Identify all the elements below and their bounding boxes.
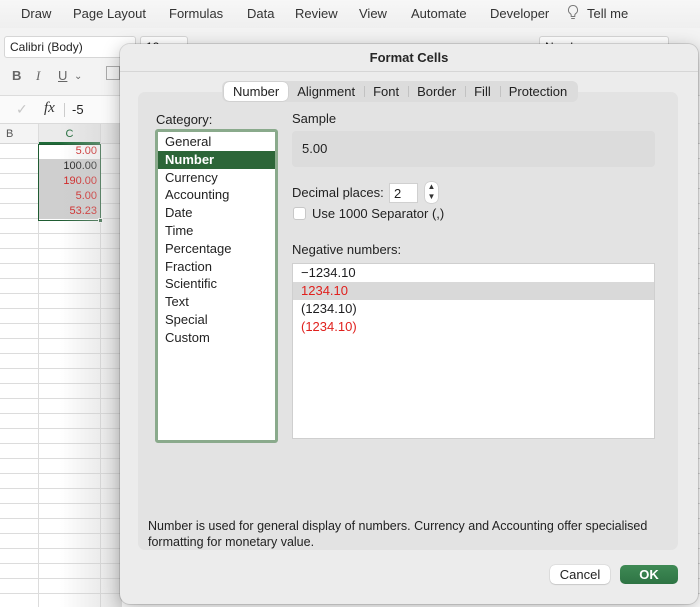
category-item-scientific[interactable]: Scientific: [158, 275, 275, 293]
tab-alignment[interactable]: Alignment: [288, 82, 364, 101]
ribbon-tab-view[interactable]: View: [359, 6, 387, 21]
ribbon-tab-draw[interactable]: Draw: [21, 6, 51, 21]
decimal-places-input[interactable]: 2: [389, 183, 418, 203]
tab-fill[interactable]: Fill: [465, 82, 500, 101]
format-cells-dialog: Format Cells Number Alignment Font Border Fi…: [120, 44, 698, 604]
tab-number[interactable]: Number: [224, 82, 289, 101]
italic-button[interactable]: I: [36, 68, 40, 84]
column-header-b[interactable]: B: [0, 124, 39, 144]
function-icon[interactable]: fx: [44, 100, 55, 117]
negative-format-option[interactable]: 1234.10: [293, 282, 654, 300]
sample-label: Sample: [292, 111, 337, 126]
negative-numbers-list[interactable]: −1234.10 1234.10 (1234.10) (1234.10): [292, 263, 655, 439]
category-item-general[interactable]: General: [158, 133, 275, 151]
ok-button[interactable]: OK: [620, 565, 678, 584]
formula-input[interactable]: -5: [72, 102, 84, 117]
negative-format-option[interactable]: −1234.10: [293, 264, 654, 282]
underline-dropdown-icon[interactable]: ⌄: [74, 71, 82, 82]
negative-numbers-label: Negative numbers:: [292, 242, 402, 257]
tab-protection[interactable]: Protection: [499, 82, 577, 101]
category-item-number[interactable]: Number: [158, 150, 275, 169]
check-icon[interactable]: ✓: [16, 101, 28, 118]
category-item-special[interactable]: Special: [158, 311, 275, 329]
ribbon-tab-data[interactable]: Data: [247, 6, 274, 21]
column-label: B: [6, 128, 14, 140]
underline-button[interactable]: U: [58, 68, 67, 83]
category-item-currency[interactable]: Currency: [158, 169, 275, 187]
dialog-shadow: [60, 124, 122, 607]
ribbon-tab-bar: Draw Page Layout Formulas Data Review Vi…: [0, 0, 700, 28]
category-list[interactable]: General Number Currency Accounting Date Time P…: [155, 129, 278, 443]
category-description: Number is used for general display of nu…: [148, 519, 648, 549]
tell-me-search[interactable]: Tell me: [587, 6, 628, 21]
tab-font[interactable]: Font: [364, 82, 408, 101]
ribbon-tab-developer[interactable]: Developer: [490, 6, 549, 21]
cancel-button[interactable]: Cancel: [550, 565, 610, 584]
ribbon-tab-page-layout[interactable]: Page Layout: [73, 6, 146, 21]
decimal-places-label: Decimal places:: [292, 185, 384, 200]
negative-format-option[interactable]: (1234.10): [293, 318, 654, 336]
category-item-percentage[interactable]: Percentage: [158, 240, 275, 258]
lightbulb-icon: [567, 4, 579, 19]
thousand-separator-label[interactable]: Use 1000 Separator (,): [312, 206, 444, 221]
ribbon-tab-review[interactable]: Review: [295, 6, 338, 21]
font-name-select[interactable]: Calibri (Body): [4, 36, 136, 58]
category-item-date[interactable]: Date: [158, 204, 275, 222]
negative-format-option[interactable]: (1234.10): [293, 300, 654, 318]
bold-button[interactable]: B: [12, 68, 21, 83]
category-item-time[interactable]: Time: [158, 222, 275, 240]
chevron-up-icon[interactable]: ▲: [425, 182, 438, 192]
category-item-accounting[interactable]: Accounting: [158, 186, 275, 204]
dialog-title: Format Cells: [120, 44, 698, 72]
category-item-custom[interactable]: Custom: [158, 329, 275, 347]
ribbon-tab-automate[interactable]: Automate: [411, 6, 467, 21]
category-item-text[interactable]: Text: [158, 293, 275, 311]
sample-preview: 5.00: [292, 131, 655, 167]
thousand-separator-checkbox[interactable]: [293, 207, 306, 220]
category-item-fraction[interactable]: Fraction: [158, 258, 275, 276]
ribbon-tab-formulas[interactable]: Formulas: [169, 6, 223, 21]
category-label: Category:: [156, 112, 213, 127]
chevron-down-icon[interactable]: ▼: [425, 192, 438, 202]
dialog-tabs: Number Alignment Font Border Fill Protection: [222, 81, 579, 102]
tab-border[interactable]: Border: [408, 82, 465, 101]
decimal-places-stepper[interactable]: ▲ ▼: [425, 182, 438, 203]
divider: [64, 103, 65, 117]
borders-button[interactable]: [106, 66, 120, 80]
